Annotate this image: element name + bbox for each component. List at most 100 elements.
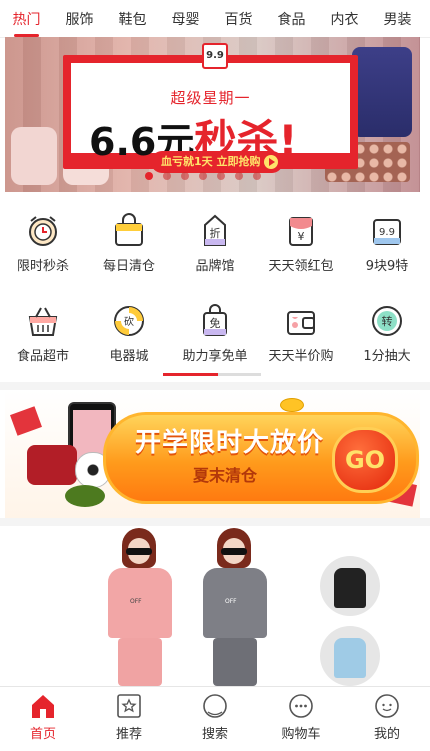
nav-profile[interactable]: 我的 xyxy=(344,687,430,751)
svg-text:折: 折 xyxy=(210,226,221,240)
bottom-nav: 首页 推荐 搜索 购物车 我的 xyxy=(0,686,430,751)
shortcut-label: 限时秒杀 xyxy=(16,259,69,274)
variant-thumb-black[interactable] xyxy=(320,556,380,616)
go-button[interactable]: GO xyxy=(332,427,398,493)
tab-underwear[interactable]: 内衣 xyxy=(318,9,371,29)
detergent-jug-image xyxy=(352,47,412,137)
shortcut-daily-clearance[interactable]: 每日清仓 xyxy=(86,205,172,295)
nav-label: 搜索 xyxy=(201,727,228,742)
back-to-school-banner[interactable]: 开学限时大放价 夏末清仓 GO xyxy=(5,390,420,518)
promo-card: 超级星期一 6.6元秒杀! 9.9 血亏就1天 立即抢购 xyxy=(63,43,358,173)
carousel-dots xyxy=(145,172,261,180)
shortcut-red-envelope[interactable]: ¥ 天天领红包 xyxy=(258,205,344,295)
tab-shoes-bags[interactable]: 鞋包 xyxy=(106,9,159,29)
shortcut-free-order[interactable]: 免 助力享免单 xyxy=(172,295,258,385)
carousel-dot[interactable] xyxy=(199,172,207,180)
cart-chat-icon xyxy=(288,693,314,719)
shortcut-label: 食品超市 xyxy=(16,349,69,364)
carousel-dot[interactable] xyxy=(145,172,153,180)
carousel-dot[interactable] xyxy=(181,172,189,180)
avocado-image xyxy=(65,485,105,507)
tab-label: 鞋包 xyxy=(118,11,147,28)
nav-recommend[interactable]: 推荐 xyxy=(86,687,172,751)
sale-subtitle: 夏末清仓 xyxy=(193,466,258,485)
shirt-logo: OFF xyxy=(225,598,237,605)
category-tabs: 热门 服饰 鞋包 母婴 百货 食品 内衣 男装 xyxy=(0,0,430,38)
tab-label: 百货 xyxy=(224,11,253,28)
shortcut-flash-sale[interactable]: 限时秒杀 xyxy=(0,205,86,295)
shortcut-label: 天天半价购 xyxy=(268,349,334,364)
star-box-icon xyxy=(116,693,142,719)
shortcut-grid: 限时秒杀 每日清仓 折 品牌馆 ¥ 天天领红包 9.9 9块9特 食品超市 砍 … xyxy=(0,205,430,385)
handbag-image xyxy=(27,445,77,485)
tab-mother-baby[interactable]: 母婴 xyxy=(159,9,212,29)
nav-search[interactable]: 搜索 xyxy=(172,687,258,751)
shortcut-label: 9块9特 xyxy=(365,259,409,274)
shortcut-appliances[interactable]: 砍 电器城 xyxy=(86,295,172,385)
tab-label: 内衣 xyxy=(330,11,359,28)
shortcut-label: 每日清仓 xyxy=(102,259,155,274)
wallet-icon xyxy=(283,303,319,339)
shortcut-99-special[interactable]: 9.9 9块9特 xyxy=(344,205,430,295)
spin-icon: 转 xyxy=(369,303,405,339)
sale-title: 开学限时大放价 xyxy=(135,428,325,458)
red-envelope-icon: ¥ xyxy=(283,213,319,249)
carousel-dot[interactable] xyxy=(253,172,261,180)
shirt-logo: OFF xyxy=(130,598,142,605)
basket-icon xyxy=(25,303,61,339)
tab-general[interactable]: 百货 xyxy=(212,9,265,29)
shortcut-food-market[interactable]: 食品超市 xyxy=(0,295,86,385)
nav-label: 购物车 xyxy=(281,727,321,742)
carousel-dot[interactable] xyxy=(217,172,225,180)
carousel-dot[interactable] xyxy=(235,172,243,180)
shortcut-1-cent-draw[interactable]: 转 1分抽大 xyxy=(344,295,430,385)
model-grey-outfit[interactable]: OFF xyxy=(195,526,275,686)
shortcut-label: 天天领红包 xyxy=(268,259,334,274)
play-icon xyxy=(264,155,278,169)
shortcut-label: 电器城 xyxy=(109,349,149,364)
appliance-badge-icon: 砍 xyxy=(111,303,147,339)
svg-text:砍: 砍 xyxy=(124,315,134,328)
tab-hot[interactable]: 热门 xyxy=(0,9,53,37)
search-icon xyxy=(202,693,228,719)
black-sweatshirt xyxy=(334,568,366,608)
carousel-dot[interactable] xyxy=(163,172,171,180)
shortcut-brand-hall[interactable]: 折 品牌馆 xyxy=(172,205,258,295)
section-divider xyxy=(0,382,430,390)
grid-scroll-thumb xyxy=(163,373,218,376)
variant-thumb-blue[interactable] xyxy=(320,626,380,686)
hero-banner[interactable]: 超级星期一 6.6元秒杀! 9.9 血亏就1天 立即抢购 xyxy=(5,37,420,192)
calendar-99-icon: 9.9 xyxy=(369,213,405,249)
shopping-bag-icon xyxy=(111,213,147,249)
tab-food[interactable]: 食品 xyxy=(265,9,318,29)
shortcut-row: 食品超市 砍 电器城 免 助力享免单 天天半价购 转 1分抽大 xyxy=(0,295,430,385)
tab-apparel[interactable]: 服饰 xyxy=(53,9,106,29)
shortcut-label: 品牌馆 xyxy=(195,259,235,274)
tab-label: 热门 xyxy=(12,11,41,28)
shortcut-half-price[interactable]: 天天半价购 xyxy=(258,295,344,385)
nav-home[interactable]: 首页 xyxy=(0,687,86,751)
model-pink-outfit[interactable]: OFF xyxy=(100,526,180,686)
shortcut-label: 1分抽大 xyxy=(363,349,411,364)
svg-text:免: 免 xyxy=(210,316,221,330)
slippers-image xyxy=(11,127,57,185)
free-bag-icon: 免 xyxy=(197,303,233,339)
promo-subtitle: 超级星期一 xyxy=(170,89,251,107)
coin-decor xyxy=(280,398,304,412)
svg-text:9.9: 9.9 xyxy=(379,227,395,238)
buy-now-label: 血亏就1天 立即抢购 xyxy=(161,155,261,168)
alarm-clock-icon xyxy=(25,213,61,249)
product-showcase[interactable]: OFF OFF xyxy=(0,526,430,686)
profile-face-icon xyxy=(374,693,400,719)
tab-menswear[interactable]: 男装 xyxy=(371,9,424,29)
blue-sweatshirt xyxy=(334,638,366,678)
tab-label: 男装 xyxy=(383,11,412,28)
buy-now-button[interactable]: 血亏就1天 立即抢购 xyxy=(151,151,283,173)
tab-label: 母婴 xyxy=(171,11,200,28)
svg-text:¥: ¥ xyxy=(298,230,305,243)
shortcut-label: 助力享免单 xyxy=(182,349,248,364)
promo-card-inner: 超级星期一 6.6元秒杀! xyxy=(71,63,350,165)
sunglasses xyxy=(126,548,152,555)
nav-cart[interactable]: 购物车 xyxy=(258,687,344,751)
section-divider xyxy=(0,518,430,526)
